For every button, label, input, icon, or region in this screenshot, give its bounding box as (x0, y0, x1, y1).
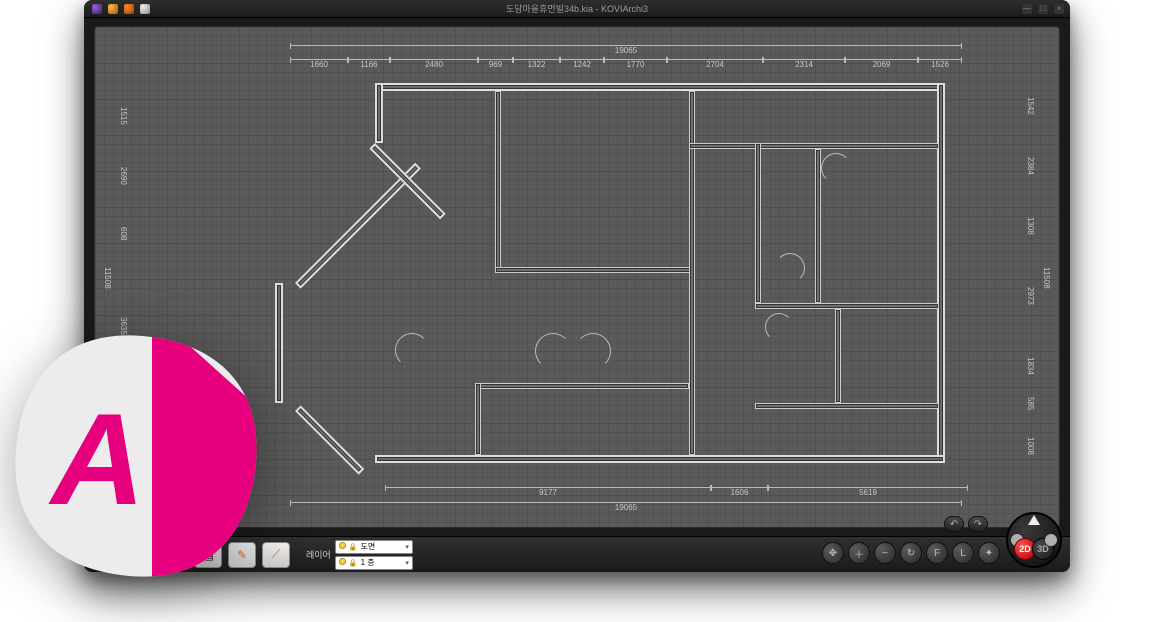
window-title: 도담마을휴먼빌34b.kia - KOVIArchi3 (84, 2, 1070, 15)
dim-right-overall: 11508 (1042, 267, 1051, 289)
door-arc[interactable] (535, 333, 571, 369)
window-controls: — □ × (1022, 4, 1064, 14)
wall-interior[interactable] (495, 91, 501, 271)
dim-right-seg: 2973 (1026, 287, 1035, 305)
dim-top-seg: 1322 (513, 59, 560, 69)
wall-diag[interactable] (295, 405, 364, 474)
dim-bottom-seg: 9177 (385, 487, 711, 497)
dim-right-seg: 1008 (1026, 437, 1035, 455)
layer-label: 레이어 (306, 548, 331, 561)
layer-name: 1 층 (361, 558, 375, 567)
logo-letter: A (48, 386, 145, 532)
wall-interior[interactable] (475, 383, 481, 455)
dim-left-seg: 1515 (119, 107, 128, 125)
minimize-button[interactable]: — (1022, 4, 1032, 14)
tool-measure-button[interactable]: ⟋ (262, 542, 290, 568)
dim-left-overall: 11508 (103, 267, 112, 289)
door-arc[interactable] (575, 333, 611, 369)
menu-icon-2[interactable] (124, 4, 134, 14)
zoom-out-button[interactable]: − (874, 542, 896, 564)
maximize-button[interactable]: □ (1038, 4, 1048, 14)
floorplan[interactable] (275, 83, 955, 483)
dim-top-seg: 1526 (918, 59, 962, 69)
l-button[interactable]: L (952, 542, 974, 564)
wall-interior[interactable] (495, 267, 695, 273)
wall[interactable] (275, 283, 283, 403)
wall-interior[interactable] (475, 383, 689, 389)
titlebar: 도담마을휴먼빌34b.kia - KOVIArchi3 — □ × (84, 0, 1070, 18)
layer-section: 레이어 🔒도면 ▾ 🔒1 층 ▾ (306, 540, 413, 570)
door-arc[interactable] (765, 313, 793, 341)
wall-interior[interactable] (755, 403, 939, 409)
round-button-row: ✥ ＋ − ↻ F L ✦ (822, 542, 1000, 564)
dim-right-seg: 585 (1026, 397, 1035, 410)
logo-shape: A (12, 332, 260, 580)
dim-bottom-overall: 19065 (290, 502, 962, 512)
dim-right-seg: 1308 (1026, 217, 1035, 235)
wall-top[interactable] (375, 83, 945, 91)
bulb-icon (339, 542, 346, 549)
wall-interior[interactable] (689, 143, 939, 149)
dim-top-seg: 969 (478, 59, 513, 69)
dim-top-seg: 2314 (763, 59, 845, 69)
extras-button[interactable]: ✦ (978, 542, 1000, 564)
door-arc[interactable] (395, 333, 429, 367)
pan-button[interactable]: ✥ (822, 542, 844, 564)
menu-icon-3[interactable] (140, 4, 150, 14)
layer-select-2[interactable]: 🔒1 층 ▾ (335, 556, 413, 570)
dim-top-seg: 1242 (560, 59, 604, 69)
lock-icon: 🔒 (349, 560, 358, 567)
view-3d-button[interactable]: 3D (1032, 538, 1054, 560)
close-button[interactable]: × (1054, 4, 1064, 14)
app-icon[interactable] (92, 4, 102, 14)
dim-right-seg: 1834 (1026, 357, 1035, 375)
dim-top-seg: 1660 (290, 59, 348, 69)
cursor-icon (1028, 515, 1040, 525)
lock-icon: 🔒 (349, 544, 358, 551)
logo-overlay: A (12, 332, 260, 580)
wall-bottom[interactable] (375, 455, 945, 463)
dim-top-seg: 2704 (667, 59, 763, 69)
wall-interior[interactable] (755, 303, 939, 309)
dim-left-seg: 608 (119, 227, 128, 240)
door-arc[interactable] (821, 153, 851, 183)
dim-top-seg: 2480 (390, 59, 478, 69)
f-button[interactable]: F (926, 542, 948, 564)
rotate-button[interactable]: ↻ (900, 542, 922, 564)
dim-right-seg: 1542 (1026, 97, 1035, 115)
right-cluster: ✥ ＋ − ↻ F L ✦ 2D 3D (822, 512, 1062, 568)
layer-select-1[interactable]: 🔒도면 ▾ (335, 540, 413, 554)
menu-icon-1[interactable] (108, 4, 118, 14)
dim-right-seg: 2384 (1026, 157, 1035, 175)
dim-bottom-seg: 1606 (711, 487, 768, 497)
dim-top-seg: 1166 (348, 59, 390, 69)
dim-top-seg: 2069 (845, 59, 918, 69)
chevron-down-icon: ▾ (405, 543, 409, 551)
dim-top-seg: 1770 (604, 59, 667, 69)
zoom-in-button[interactable]: ＋ (848, 542, 870, 564)
dim-left-seg: 2690 (119, 167, 128, 185)
wall-interior[interactable] (755, 143, 761, 303)
view-dial[interactable]: 2D 3D (1006, 512, 1062, 568)
layer-name: 도면 (361, 542, 376, 551)
dim-top-overall: 19065 (290, 45, 962, 55)
dim-bottom-seg: 5619 (768, 487, 968, 497)
door-arc[interactable] (775, 253, 805, 283)
chevron-down-icon: ▾ (405, 559, 409, 567)
wall-interior[interactable] (835, 309, 841, 403)
wall-interior[interactable] (815, 149, 821, 303)
wall[interactable] (375, 83, 383, 143)
titlebar-left-icons (84, 4, 150, 14)
bulb-icon (339, 558, 346, 565)
